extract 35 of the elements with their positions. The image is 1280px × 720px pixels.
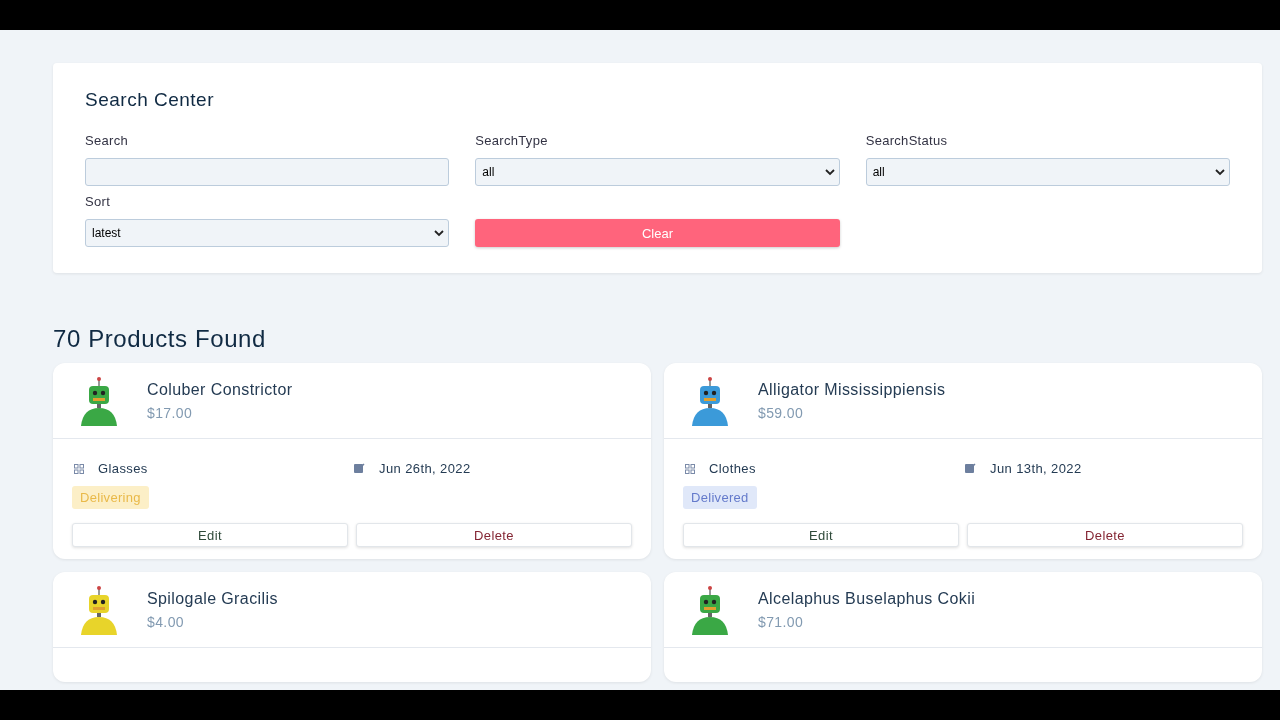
select-dropdown[interactable]: all [865,158,1230,186]
grid-icon [74,463,84,474]
status-badge: Delivered [683,486,757,509]
field-label: SearchStatus [865,133,949,148]
results-heading: 70 Products Found [53,325,267,353]
chevron-down-icon [434,229,445,237]
date-text: Jun 26th, 2022 [379,461,471,476]
chevron-down-icon [1215,168,1225,176]
product-name: Alligator Mississippiensis [758,381,946,399]
chevron-down-icon [824,168,835,176]
field-label: Search [85,133,129,148]
edit-calendar-icon [354,463,365,474]
edit-button[interactable]: Edit [683,523,959,547]
select-dropdown[interactable]: all [475,158,840,186]
field-label: Sort [85,194,112,209]
product-name: Alcelaphus Buselaphus Cokii [758,590,976,608]
product-price: $71.00 [758,614,805,630]
card-title: Search Center [85,89,215,111]
product-name: Coluber Constrictor [147,381,293,399]
product-name: Spilogale Gracilis [147,590,278,608]
field-label: SearchType [475,133,549,148]
select-dropdown[interactable]: latest [85,219,450,247]
date-text: Jun 13th, 2022 [990,461,1082,476]
edit-button[interactable]: Edit [72,523,348,547]
search-field[interactable] [85,158,450,186]
edit-calendar-icon [965,463,976,474]
product-price: $59.00 [758,405,805,421]
category-text: Glasses [98,461,148,476]
category-text: Clothes [709,461,756,476]
product-price: $17.00 [147,405,194,421]
delete-button[interactable]: Delete [967,523,1243,547]
grid-icon [685,463,695,474]
status-badge: Delivering [72,486,149,509]
product-price: $4.00 [147,614,186,630]
delete-button[interactable]: Delete [356,523,632,547]
